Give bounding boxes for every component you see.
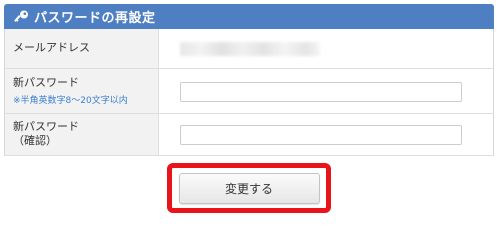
submit-highlight-box: 変更する [167,163,331,213]
email-label: メールアドレス [4,29,159,69]
new-password-cell [158,68,494,114]
new-password-label-text: 新パスワード [13,75,79,89]
new-password-label: 新パスワード ※半角英数字8〜20文字以内 [4,68,159,114]
password-rule-note: ※半角英数字8〜20文字以内 [13,95,128,106]
panel-header: パスワードの再設定 [4,4,494,29]
confirm-password-label: 新パスワード （確認） [4,113,159,156]
new-password-input[interactable] [180,81,462,102]
confirm-password-input[interactable] [180,125,462,145]
password-reset-panel: パスワードの再設定 メールアドレス 新パスワード ※半角英数字8〜20文字以内 … [4,4,494,156]
email-value [158,29,494,69]
confirm-password-label-line1: 新パスワード [13,120,79,133]
email-row: メールアドレス [4,29,494,69]
confirm-password-label-line2: （確認） [13,134,57,147]
confirm-password-row: 新パスワード （確認） [4,113,494,156]
email-address-blurred [180,42,320,57]
email-label-text: メールアドレス [13,41,90,55]
reset-form-table: メールアドレス 新パスワード ※半角英数字8〜20文字以内 新パスワード （確認… [4,29,494,156]
change-password-button[interactable]: 変更する [178,172,320,204]
confirm-password-cell [158,113,494,156]
key-icon [14,9,30,25]
page-title: パスワードの再設定 [34,11,156,26]
new-password-row: 新パスワード ※半角英数字8〜20文字以内 [4,68,494,114]
